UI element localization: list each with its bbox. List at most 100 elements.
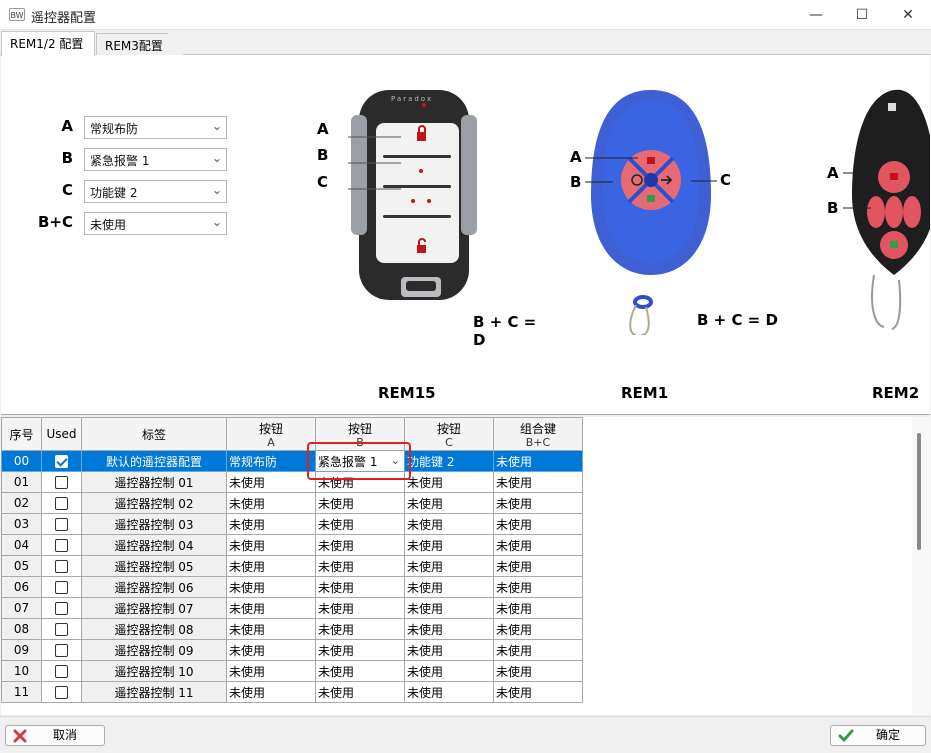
- row-used-cell[interactable]: [41, 513, 82, 535]
- row-button-b[interactable]: 未使用: [315, 576, 405, 598]
- key-bc-select[interactable]: 未使用 ⌄: [84, 212, 227, 235]
- row-button-a[interactable]: 未使用: [226, 618, 316, 640]
- ok-button[interactable]: 确定: [830, 725, 926, 746]
- table-row[interactable]: 00 默认的遥控器配置 常规布防 紧急报警 1 ⌄ 功能键 2 未使用: [1, 450, 583, 472]
- row-button-c[interactable]: 未使用: [404, 618, 494, 640]
- row-used-cell[interactable]: [41, 492, 82, 514]
- row-button-b[interactable]: 未使用: [315, 492, 405, 514]
- table-row[interactable]: 01 遥控器控制 01 未使用 未使用 未使用 未使用: [1, 471, 583, 493]
- row-combo[interactable]: 未使用: [493, 492, 583, 514]
- used-checkbox[interactable]: [55, 539, 68, 552]
- row-combo[interactable]: 未使用: [493, 450, 583, 472]
- row-label[interactable]: 遥控器控制 11: [81, 681, 227, 703]
- cancel-button[interactable]: 取消: [5, 725, 105, 746]
- row-button-c[interactable]: 未使用: [404, 492, 494, 514]
- row-used-cell[interactable]: [41, 555, 82, 577]
- row-combo[interactable]: 未使用: [493, 576, 583, 598]
- row-used-cell[interactable]: [41, 534, 82, 556]
- row-combo[interactable]: 未使用: [493, 639, 583, 661]
- col-header-combo[interactable]: 组合键 B+C: [493, 417, 583, 451]
- row-label[interactable]: 遥控器控制 05: [81, 555, 227, 577]
- table-row[interactable]: 05 遥控器控制 05 未使用 未使用 未使用 未使用: [1, 555, 583, 577]
- row-button-c[interactable]: 未使用: [404, 576, 494, 598]
- row-button-c[interactable]: 功能键 2: [404, 450, 494, 472]
- minimize-button[interactable]: —: [793, 0, 839, 30]
- row-button-a[interactable]: 未使用: [226, 471, 316, 493]
- row-label[interactable]: 遥控器控制 10: [81, 660, 227, 682]
- table-row[interactable]: 03 遥控器控制 03 未使用 未使用 未使用 未使用: [1, 513, 583, 535]
- row-button-a[interactable]: 常规布防: [226, 450, 316, 472]
- key-a-select[interactable]: 常规布防 ⌄: [84, 116, 227, 139]
- key-c-select[interactable]: 功能键 2 ⌄: [84, 180, 227, 203]
- row-button-b[interactable]: 未使用: [315, 513, 405, 535]
- row-button-c[interactable]: 未使用: [404, 555, 494, 577]
- row-used-cell[interactable]: [41, 639, 82, 661]
- row-combo[interactable]: 未使用: [493, 660, 583, 682]
- table-row[interactable]: 08 遥控器控制 08 未使用 未使用 未使用 未使用: [1, 618, 583, 640]
- row-button-a[interactable]: 未使用: [226, 639, 316, 661]
- row-button-b[interactable]: 未使用: [315, 660, 405, 682]
- col-header-used[interactable]: Used: [41, 417, 82, 451]
- table-row[interactable]: 02 遥控器控制 02 未使用 未使用 未使用 未使用: [1, 492, 583, 514]
- tab-rem3-config[interactable]: REM3配置: [96, 33, 184, 56]
- used-checkbox[interactable]: [55, 602, 68, 615]
- used-checkbox[interactable]: [55, 455, 68, 468]
- tab-rem12-config[interactable]: REM1/2 配置: [1, 31, 95, 56]
- row-button-a[interactable]: 未使用: [226, 513, 316, 535]
- used-checkbox[interactable]: [55, 497, 68, 510]
- close-window-button[interactable]: ✕: [885, 0, 931, 30]
- row-button-b[interactable]: 未使用: [315, 555, 405, 577]
- table-row[interactable]: 07 遥控器控制 07 未使用 未使用 未使用 未使用: [1, 597, 583, 619]
- used-checkbox[interactable]: [55, 476, 68, 489]
- row-label[interactable]: 遥控器控制 02: [81, 492, 227, 514]
- row-button-a[interactable]: 未使用: [226, 681, 316, 703]
- row-used-cell[interactable]: [41, 597, 82, 619]
- row-combo[interactable]: 未使用: [493, 681, 583, 703]
- row-used-cell[interactable]: [41, 681, 82, 703]
- row-button-b[interactable]: 未使用: [315, 639, 405, 661]
- row-button-c[interactable]: 未使用: [404, 597, 494, 619]
- maximize-button[interactable]: ☐: [839, 0, 885, 30]
- row-label[interactable]: 遥控器控制 03: [81, 513, 227, 535]
- used-checkbox[interactable]: [55, 518, 68, 531]
- row-combo[interactable]: 未使用: [493, 618, 583, 640]
- row-used-cell[interactable]: [41, 576, 82, 598]
- col-header-button-c[interactable]: 按钮 C: [404, 417, 494, 451]
- row-combo[interactable]: 未使用: [493, 555, 583, 577]
- row-button-a[interactable]: 未使用: [226, 597, 316, 619]
- row-combo[interactable]: 未使用: [493, 513, 583, 535]
- used-checkbox[interactable]: [55, 665, 68, 678]
- used-checkbox[interactable]: [55, 581, 68, 594]
- key-b-select[interactable]: 紧急报警 1 ⌄: [84, 148, 227, 171]
- table-row[interactable]: 06 遥控器控制 06 未使用 未使用 未使用 未使用: [1, 576, 583, 598]
- row-label[interactable]: 默认的遥控器配置: [81, 450, 227, 472]
- row-button-b[interactable]: 未使用: [315, 618, 405, 640]
- row-button-a[interactable]: 未使用: [226, 555, 316, 577]
- row-used-cell[interactable]: [41, 450, 82, 472]
- row-label[interactable]: 遥控器控制 01: [81, 471, 227, 493]
- row-used-cell[interactable]: [41, 618, 82, 640]
- row-button-b[interactable]: 未使用: [315, 597, 405, 619]
- row-button-a[interactable]: 未使用: [226, 660, 316, 682]
- row-label[interactable]: 遥控器控制 09: [81, 639, 227, 661]
- row-button-c[interactable]: 未使用: [404, 681, 494, 703]
- row-button-a[interactable]: 未使用: [226, 576, 316, 598]
- row-combo[interactable]: 未使用: [493, 534, 583, 556]
- table-row[interactable]: 09 遥控器控制 09 未使用 未使用 未使用 未使用: [1, 639, 583, 661]
- row-label[interactable]: 遥控器控制 04: [81, 534, 227, 556]
- row-button-b[interactable]: 未使用: [315, 681, 405, 703]
- row-button-b[interactable]: 未使用: [315, 534, 405, 556]
- row-button-a[interactable]: 未使用: [226, 534, 316, 556]
- table-row[interactable]: 04 遥控器控制 04 未使用 未使用 未使用 未使用: [1, 534, 583, 556]
- row-label[interactable]: 遥控器控制 07: [81, 597, 227, 619]
- used-checkbox[interactable]: [55, 623, 68, 636]
- col-header-label[interactable]: 标签: [81, 417, 227, 451]
- used-checkbox[interactable]: [55, 686, 68, 699]
- row-used-cell[interactable]: [41, 471, 82, 493]
- col-header-button-a[interactable]: 按钮 A: [226, 417, 316, 451]
- row-combo[interactable]: 未使用: [493, 471, 583, 493]
- col-header-index[interactable]: 序号: [1, 417, 42, 451]
- grid-scrollbar[interactable]: [912, 417, 929, 715]
- used-checkbox[interactable]: [55, 644, 68, 657]
- used-checkbox[interactable]: [55, 560, 68, 573]
